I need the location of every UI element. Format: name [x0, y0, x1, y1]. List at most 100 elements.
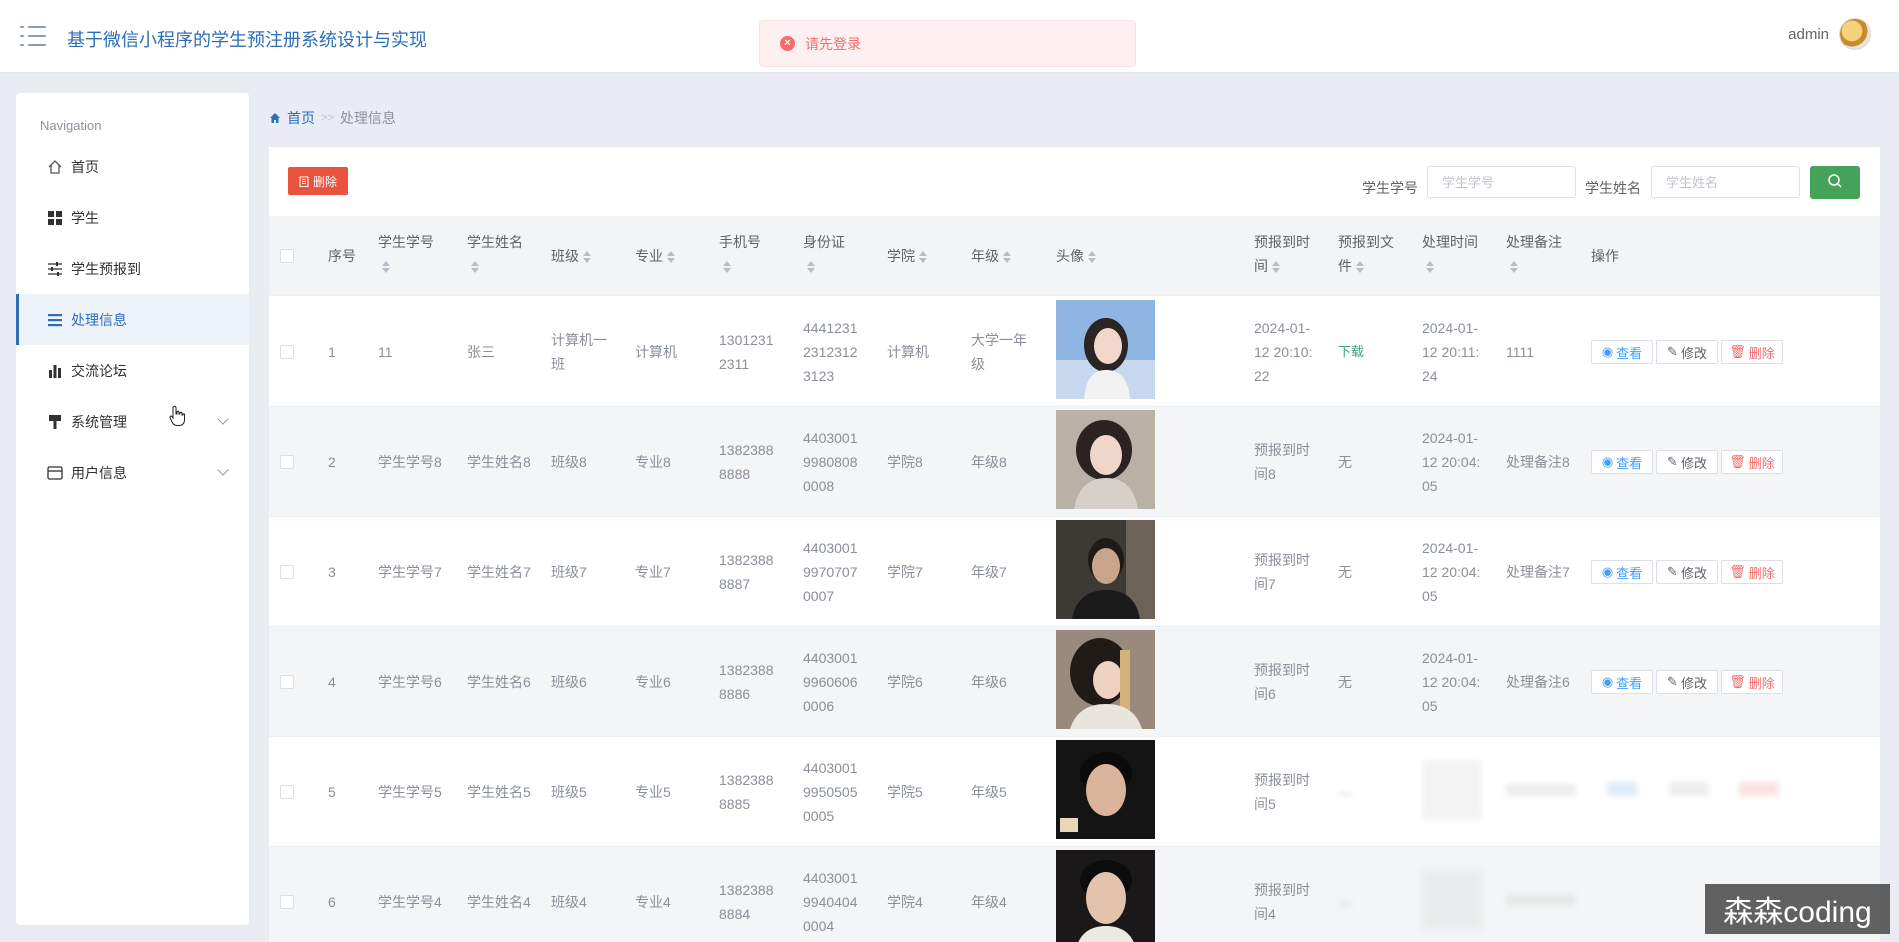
- select-all-checkbox[interactable]: [280, 249, 294, 263]
- cell-process-time: 2024-01- 12 20:04: 05: [1422, 650, 1481, 714]
- th-class[interactable]: 班级: [551, 244, 592, 268]
- cell-student-name: 张三: [467, 344, 495, 360]
- th-student-no[interactable]: 学生学号: [378, 230, 434, 278]
- sort-icon[interactable]: [919, 250, 928, 264]
- watermark: 森森coding: [1705, 884, 1890, 934]
- cell-process-time: 2024-01- 12 20:11: 24: [1422, 320, 1480, 384]
- view-button[interactable]: ◉ 查看: [1591, 340, 1653, 364]
- delete-button[interactable]: 🗑 删除: [1721, 560, 1783, 584]
- cell-id-card: 4441231 2312312 3123: [803, 320, 858, 384]
- delete-button[interactable]: 🗑 删除: [1721, 340, 1783, 364]
- nav-heading: Navigation: [40, 118, 102, 133]
- row-checkbox[interactable]: [280, 565, 294, 579]
- list-icon: [48, 313, 62, 326]
- cell-report-file: 无: [1338, 674, 1352, 690]
- cell-class: 班级5: [551, 784, 587, 800]
- cell-major: 计算机: [635, 344, 677, 360]
- sidebar-item-forum[interactable]: 交流论坛: [16, 345, 249, 396]
- cell-report-time: 预报到时 间6: [1254, 662, 1310, 702]
- cell-phone: 1382388 8888: [719, 442, 774, 482]
- user-avatar[interactable]: [1839, 18, 1871, 50]
- user-menu[interactable]: admin: [1788, 18, 1871, 50]
- sidebar-item-pre-registration[interactable]: 学生预报到: [16, 243, 249, 294]
- trash-icon: 🗑: [1729, 674, 1746, 689]
- cell-grade: 年级6: [971, 674, 1007, 690]
- menu-toggle-icon[interactable]: [20, 26, 46, 48]
- cell-report-time: 预报到时 间4: [1254, 882, 1310, 922]
- row-checkbox[interactable]: [280, 455, 294, 469]
- table-row: 4 学生学号6 学生姓名6 班级6 专业6 1382388 8886 440300…: [269, 627, 1880, 737]
- sort-icon[interactable]: [723, 260, 732, 274]
- error-toast: × 请先登录: [759, 20, 1136, 67]
- cell-grade: 年级7: [971, 564, 1007, 580]
- search-button[interactable]: [1810, 166, 1860, 199]
- cell-major: 专业7: [635, 564, 671, 580]
- th-process-note[interactable]: 处理备注: [1506, 230, 1562, 278]
- batch-delete-button[interactable]: 删除: [288, 167, 348, 195]
- breadcrumb-current: 处理信息: [339, 110, 396, 126]
- sort-icon[interactable]: [583, 250, 592, 264]
- th-major[interactable]: 专业: [635, 244, 676, 268]
- delete-button[interactable]: 🗑 删除: [1721, 450, 1783, 474]
- cell-college: 学院5: [887, 784, 923, 800]
- cell-index: 6: [328, 894, 336, 910]
- sort-icon[interactable]: [1510, 260, 1519, 274]
- sort-icon[interactable]: [1003, 250, 1012, 264]
- cell-phone: 1382388 8884: [719, 882, 774, 922]
- sort-icon[interactable]: [1356, 260, 1365, 274]
- sidebar-item-system[interactable]: 系统管理: [16, 396, 249, 447]
- cell-college: 学院7: [887, 564, 923, 580]
- sort-icon[interactable]: [471, 260, 480, 274]
- th-grade[interactable]: 年级: [971, 244, 1012, 268]
- row-checkbox[interactable]: [280, 785, 294, 799]
- cell-phone: 1301231 2311: [719, 332, 774, 372]
- download-link[interactable]: 下载: [1338, 340, 1364, 364]
- view-button[interactable]: ◉ 查看: [1591, 670, 1653, 694]
- th-id-card[interactable]: 身份证: [803, 230, 845, 278]
- th-phone[interactable]: 手机号: [719, 230, 761, 278]
- home-icon: [48, 159, 62, 174]
- th-photo[interactable]: 头像: [1056, 244, 1097, 268]
- edit-button[interactable]: ✎ 修改: [1656, 450, 1718, 474]
- edit-button[interactable]: ✎ 修改: [1656, 670, 1718, 694]
- edit-button[interactable]: ✎ 修改: [1656, 560, 1718, 584]
- sidebar-item-process-info[interactable]: 处理信息: [16, 294, 249, 345]
- breadcrumb-home[interactable]: 首页: [287, 108, 315, 128]
- home-icon: [270, 113, 280, 123]
- edit-button[interactable]: ✎ 修改: [1656, 340, 1718, 364]
- th-process-time[interactable]: 处理时间: [1422, 230, 1478, 278]
- table-header: 序号 学生学号 学生姓名 班级 专业 手机号 身份证 学院 年级 头像 预报到时…: [269, 216, 1880, 296]
- th-college[interactable]: 学院: [887, 244, 928, 268]
- th-index: 序号: [328, 248, 356, 264]
- row-checkbox[interactable]: [280, 345, 294, 359]
- hand-cursor-icon: [169, 405, 185, 426]
- th-report-time[interactable]: 预报到时间: [1254, 230, 1310, 278]
- trash-icon: 🗑: [1729, 454, 1746, 469]
- view-button[interactable]: ◉ 查看: [1591, 450, 1653, 474]
- student-no-input[interactable]: [1427, 166, 1576, 198]
- delete-button[interactable]: 🗑 删除: [1721, 670, 1783, 694]
- th-student-name[interactable]: 学生姓名: [467, 230, 523, 278]
- cell-student-no: 学生学号5: [378, 784, 442, 800]
- sort-icon[interactable]: [667, 250, 676, 264]
- sidebar-item-user-info[interactable]: 用户信息: [16, 447, 249, 498]
- sort-icon[interactable]: [382, 260, 391, 274]
- cell-major: 专业4: [635, 894, 671, 910]
- sidebar-item-student[interactable]: 学生: [16, 192, 249, 243]
- sidebar-item-label: 处理信息: [71, 311, 127, 328]
- sidebar-item-home[interactable]: 首页: [16, 141, 249, 192]
- sort-icon[interactable]: [807, 260, 816, 274]
- student-name-input[interactable]: [1651, 166, 1800, 198]
- sort-icon[interactable]: [1272, 260, 1281, 274]
- cell-process-note: 处理备注8: [1506, 454, 1570, 470]
- row-checkbox[interactable]: [280, 675, 294, 689]
- sort-icon[interactable]: [1426, 260, 1435, 274]
- user-name[interactable]: admin: [1788, 26, 1829, 43]
- bar-chart-icon: [49, 364, 61, 378]
- th-report-file[interactable]: 预报到文件: [1338, 230, 1394, 278]
- cell-id-card: 4403001 9960606 0006: [803, 650, 858, 714]
- view-button[interactable]: ◉ 查看: [1591, 560, 1653, 584]
- sort-icon[interactable]: [1088, 250, 1097, 264]
- row-checkbox[interactable]: [280, 895, 294, 909]
- cell-id-card: 4403001 9950505 0005: [803, 760, 858, 824]
